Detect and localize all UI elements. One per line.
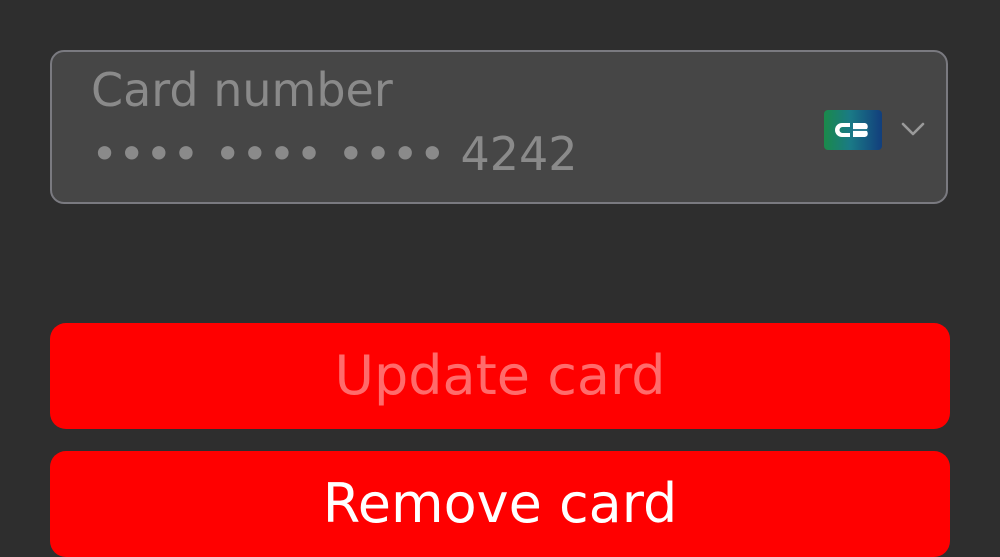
- update-card-button[interactable]: Update card: [50, 323, 950, 429]
- cb-card-brand-icon[interactable]: [824, 110, 882, 150]
- chevron-down-icon[interactable]: [898, 114, 928, 144]
- card-number-value: •••• •••• •••• 4242: [91, 127, 578, 181]
- cb-logo-glyph: [835, 123, 869, 137]
- card-number-field[interactable]: Card number •••• •••• •••• 4242: [50, 50, 948, 204]
- edit-card-screen: Card number •••• •••• •••• 4242 Update c…: [0, 0, 1000, 557]
- card-number-label: Card number: [91, 63, 393, 117]
- remove-card-button[interactable]: Remove card: [50, 451, 950, 557]
